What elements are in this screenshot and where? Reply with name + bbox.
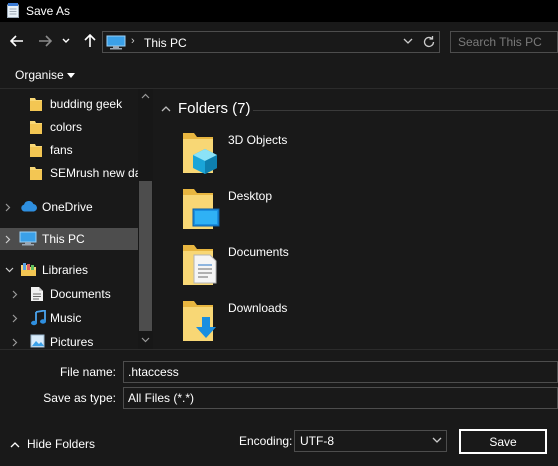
arrow-up-icon <box>84 34 96 47</box>
chevron-right-icon[interactable] <box>12 314 18 323</box>
folder-desktop[interactable]: Desktop <box>181 185 461 235</box>
folder-icon <box>30 121 42 134</box>
breadcrumb-location[interactable]: This PC <box>144 36 187 50</box>
chevron-right-icon[interactable] <box>12 290 18 299</box>
up-button[interactable] <box>81 32 99 50</box>
nav-item-colors[interactable]: colors <box>0 116 138 138</box>
file-name-input[interactable] <box>123 361 558 383</box>
folder-icon <box>30 144 42 157</box>
computer-icon <box>19 231 37 246</box>
navigation-pane: budding geek colors fans SEMrush new da … <box>0 89 153 349</box>
downloads-folder-icon <box>183 301 216 341</box>
title-bar: Save As <box>0 0 558 22</box>
refresh-icon[interactable] <box>422 35 436 49</box>
address-bar[interactable]: › This PC <box>102 31 440 53</box>
window-title: Save As <box>26 4 71 18</box>
nav-item-pictures[interactable]: Pictures <box>0 331 138 349</box>
chevron-down-icon[interactable] <box>403 37 413 45</box>
nav-item-libraries[interactable]: Libraries <box>0 259 138 281</box>
encoding-select[interactable]: UTF-8 <box>294 430 447 452</box>
caret-down-icon[interactable] <box>67 73 75 78</box>
recent-locations-button[interactable] <box>60 32 72 50</box>
breadcrumb-separator-icon: › <box>131 35 135 47</box>
group-title: Folders (7) <box>178 100 251 117</box>
nav-item-semrush[interactable]: SEMrush new da <box>0 162 141 184</box>
group-divider <box>253 110 558 111</box>
chevron-right-icon[interactable] <box>5 203 11 212</box>
navigation-scrollbar[interactable] <box>138 89 153 349</box>
save-form: File name: Save as type: All Files (*.*)… <box>0 349 558 466</box>
notepad-icon <box>7 3 19 18</box>
file-name-label: File name: <box>59 365 116 379</box>
encoding-value: UTF-8 <box>300 434 334 448</box>
chevron-up-icon <box>10 442 20 448</box>
documents-folder-icon <box>183 245 217 285</box>
encoding-label: Encoding: <box>239 434 293 448</box>
chevron-up-icon[interactable] <box>161 105 171 112</box>
content-pane: Folders (7) 3D Objects Desktop Documents… <box>153 89 558 349</box>
folder-icon <box>30 98 42 111</box>
libraries-icon <box>21 263 36 276</box>
nav-item-documents[interactable]: Documents <box>0 283 138 305</box>
arrow-right-icon <box>39 35 52 47</box>
save-type-select[interactable]: All Files (*.*) <box>123 387 558 409</box>
forward-button[interactable] <box>36 32 54 50</box>
cloud-icon <box>21 201 37 212</box>
nav-item-onedrive[interactable]: OneDrive <box>0 196 138 218</box>
3d-objects-folder-icon <box>183 133 217 174</box>
computer-icon <box>106 35 126 50</box>
nav-item-music[interactable]: Music <box>0 307 138 329</box>
chevron-right-icon[interactable] <box>5 235 11 244</box>
toolbar: Organise <box>0 62 558 89</box>
music-icon <box>31 310 46 326</box>
nav-item-budding-geek[interactable]: budding geek <box>0 93 138 115</box>
folder-name: Documents <box>228 245 289 259</box>
nav-item-fans[interactable]: fans <box>0 139 138 161</box>
chevron-down-icon <box>432 437 442 443</box>
save-type-label: Save as type: <box>43 391 116 405</box>
pictures-icon <box>30 334 45 348</box>
scrollbar-thumb[interactable] <box>139 181 152 331</box>
chevron-right-icon[interactable] <box>12 338 18 347</box>
scroll-down-icon[interactable] <box>141 337 150 343</box>
save-button[interactable]: Save <box>459 429 547 454</box>
scroll-up-icon[interactable] <box>141 93 150 99</box>
organise-button[interactable]: Organise <box>15 68 64 82</box>
search-input[interactable] <box>451 32 557 52</box>
folder-icon <box>30 167 42 180</box>
chevron-down-icon[interactable] <box>5 267 14 273</box>
folder-documents[interactable]: Documents <box>181 241 461 291</box>
nav-item-this-pc[interactable]: This PC <box>0 228 138 250</box>
document-icon <box>31 287 43 301</box>
desktop-folder-icon <box>183 189 220 229</box>
folder-name: Downloads <box>228 301 288 315</box>
search-box[interactable] <box>450 31 558 53</box>
folder-downloads[interactable]: Downloads <box>181 297 461 347</box>
folder-3d-objects[interactable]: 3D Objects <box>181 129 461 179</box>
folder-name: 3D Objects <box>228 133 288 147</box>
arrow-left-icon <box>10 35 23 47</box>
folder-name: Desktop <box>228 189 273 203</box>
back-button[interactable] <box>8 32 26 50</box>
chevron-down-icon <box>62 38 70 43</box>
